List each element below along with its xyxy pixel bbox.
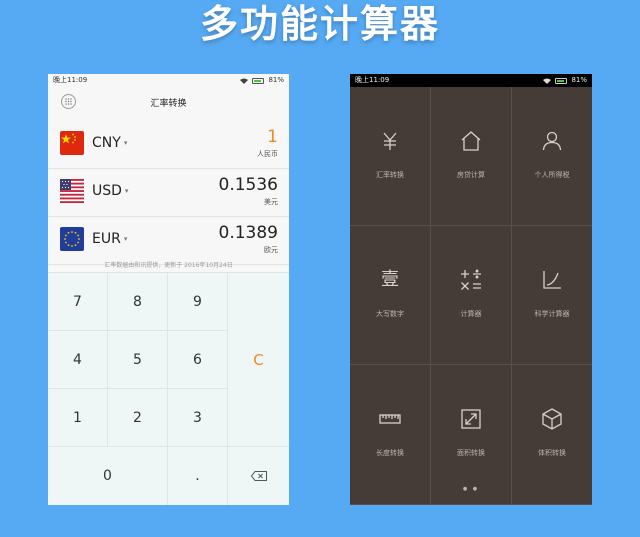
- scientific-curve-icon: [543, 271, 561, 289]
- wifi-icon: [240, 78, 249, 84]
- status-time: 晚上11:09: [355, 76, 390, 84]
- status-time: 晚上11:09: [53, 76, 88, 84]
- number-keypad: 7 8 9 C 4 5 6 1 2 3 0 .: [48, 272, 289, 505]
- currency-row-usd[interactable]: USD ▾ 0.1536 美元: [48, 169, 289, 217]
- tool-label: 科学计算器: [534, 310, 570, 318]
- key-6[interactable]: 6: [168, 331, 228, 389]
- status-bar: 晚上11:09 81%: [48, 74, 289, 87]
- battery-icon: [252, 77, 265, 84]
- currency-name: 人民币: [257, 150, 278, 158]
- cn-flag-icon: [60, 131, 84, 155]
- dropdown-caret-icon: ▾: [123, 235, 128, 243]
- key-2[interactable]: 2: [108, 389, 168, 447]
- key-7[interactable]: 7: [48, 273, 108, 331]
- currency-row-cny[interactable]: CNY ▾ 1 人民币: [48, 121, 289, 169]
- page-indicator: ● ●: [462, 486, 480, 492]
- key-8[interactable]: 8: [108, 273, 168, 331]
- tool-label: 长度转换: [376, 449, 404, 457]
- key-1[interactable]: 1: [48, 389, 108, 447]
- currency-code: EUR: [92, 231, 121, 247]
- battery-level: 81%: [571, 76, 587, 84]
- currency-name: 美元: [264, 198, 278, 206]
- tool-chinese-numerals[interactable]: 壹 大写数字: [350, 226, 431, 365]
- cube-icon: [542, 408, 562, 430]
- tool-menu-screen: 晚上11:09 81% 汇率转换 房贷计算 个人所得税 壹 大写数字 计算器 科…: [350, 74, 592, 505]
- currency-converter-screen: 晚上11:09 81% 汇率转换 CNY ▾ 1 人民币 USD ▾ 0.153…: [48, 74, 289, 505]
- tool-scientific-calculator[interactable]: 科学计算器: [512, 226, 592, 365]
- house-icon: [461, 131, 481, 151]
- currency-code: CNY: [92, 135, 121, 151]
- currency-row-eur[interactable]: EUR ▾ 0.1389 欧元: [48, 217, 289, 265]
- currency-code-selector[interactable]: EUR ▾: [92, 231, 127, 247]
- tool-label: 计算器: [460, 310, 482, 318]
- wifi-icon: [543, 78, 552, 84]
- tool-grid: 汇率转换 房贷计算 个人所得税 壹 大写数字 计算器 科学计算器 长度转换 面积…: [350, 87, 592, 505]
- key-0[interactable]: 0: [48, 447, 168, 505]
- chinese-numeral-icon: 壹: [381, 269, 399, 290]
- key-5[interactable]: 5: [108, 331, 168, 389]
- tool-label: 体积转换: [538, 449, 566, 457]
- person-icon: [542, 131, 562, 151]
- tool-label: 个人所得税: [534, 171, 570, 179]
- eu-flag-icon: [60, 227, 84, 251]
- backspace-icon: [250, 471, 267, 481]
- currency-code-selector[interactable]: CNY ▾: [92, 135, 127, 151]
- currency-code: USD: [92, 183, 122, 199]
- page-title: 汇率转换: [150, 99, 187, 109]
- tool-length-conversion[interactable]: 长度转换: [350, 365, 431, 505]
- tool-income-tax[interactable]: 个人所得税: [512, 87, 592, 226]
- clear-button[interactable]: C: [228, 273, 289, 447]
- tool-label: 大写数字: [376, 310, 404, 318]
- key-3[interactable]: 3: [168, 389, 228, 447]
- currency-amount[interactable]: 0.1536: [219, 175, 278, 195]
- tool-currency-conversion[interactable]: 汇率转换: [350, 87, 431, 226]
- battery-icon: [555, 77, 568, 84]
- us-flag-icon: [60, 179, 84, 203]
- banner-title: 多功能计算器: [199, 2, 440, 46]
- tool-label: 面积转换: [457, 449, 485, 457]
- key-4[interactable]: 4: [48, 331, 108, 389]
- ruler-icon: [379, 414, 401, 424]
- tool-area-conversion[interactable]: 面积转换: [431, 365, 512, 505]
- currency-amount[interactable]: 0.1389: [219, 223, 278, 243]
- dropdown-caret-icon: ▾: [123, 139, 128, 147]
- tool-calculator[interactable]: 计算器: [431, 226, 512, 365]
- calculator-icon: [461, 269, 481, 290]
- battery-level: 81%: [268, 76, 284, 84]
- rate-source-note: 汇率数据由和讯提供，更新于 2016年10月24日: [104, 262, 233, 269]
- area-resize-icon: [461, 409, 481, 429]
- key-9[interactable]: 9: [168, 273, 228, 331]
- key-decimal-point[interactable]: .: [168, 447, 228, 505]
- backspace-button[interactable]: [228, 447, 289, 505]
- tool-label: 汇率转换: [376, 171, 404, 179]
- tool-label: 房贷计算: [457, 171, 485, 179]
- status-bar: 晚上11:09 81%: [350, 74, 592, 87]
- yen-icon: [383, 132, 397, 150]
- dropdown-caret-icon: ▾: [124, 187, 129, 195]
- tool-mortgage-calculator[interactable]: 房贷计算: [431, 87, 512, 226]
- currency-name: 欧元: [264, 246, 278, 254]
- currency-code-selector[interactable]: USD ▾: [92, 183, 128, 199]
- tool-volume-conversion[interactable]: 体积转换: [512, 365, 592, 505]
- currency-amount-input[interactable]: 1: [267, 127, 278, 147]
